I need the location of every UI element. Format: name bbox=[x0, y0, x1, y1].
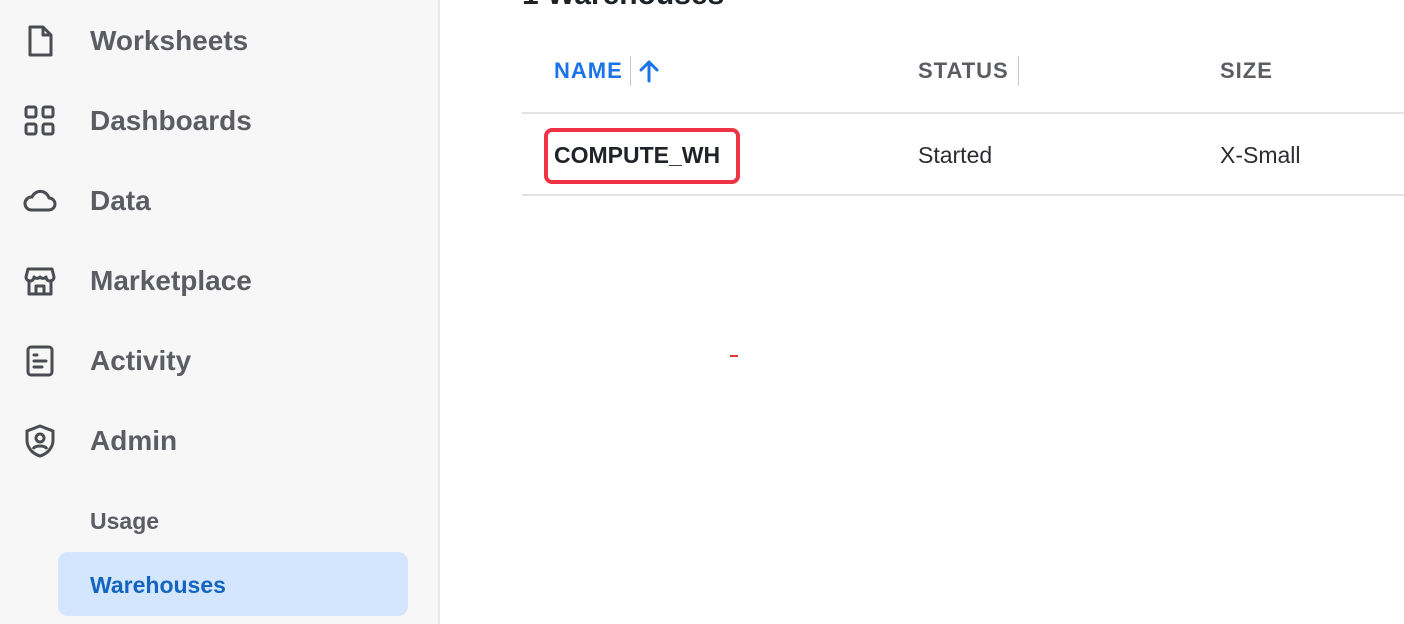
grid-icon bbox=[22, 101, 62, 141]
sidebar-item-dashboards[interactable]: Dashboards bbox=[22, 99, 252, 143]
list-document-icon bbox=[22, 341, 62, 381]
table-row[interactable]: COMPUTE_WH Started X-Small bbox=[522, 114, 1404, 196]
sidebar-item-label: Activity bbox=[90, 345, 192, 376]
sidebar-subitem-usage[interactable]: Usage bbox=[90, 508, 159, 535]
column-header-size[interactable]: SIZE bbox=[1220, 58, 1273, 84]
sidebar-item-admin[interactable]: Admin bbox=[22, 419, 177, 463]
sidebar-item-label: Marketplace bbox=[90, 265, 252, 296]
column-header-label: NAME bbox=[554, 58, 623, 83]
column-header-name[interactable]: NAME bbox=[554, 58, 661, 84]
sidebar-item-data[interactable]: Data bbox=[22, 179, 151, 223]
sidebar: Worksheets Dashboards Data Marketplace A… bbox=[0, 0, 440, 624]
column-header-label: STATUS bbox=[918, 58, 1009, 83]
main-content: 1 Warehouses NAME STATUS SIZE COMPUTE_WH… bbox=[442, 0, 1404, 624]
table-header: NAME STATUS SIZE bbox=[522, 38, 1404, 114]
sidebar-item-marketplace[interactable]: Marketplace bbox=[22, 259, 252, 303]
warehouse-status: Started bbox=[918, 142, 993, 168]
sidebar-item-activity[interactable]: Activity bbox=[22, 339, 191, 383]
cloud-icon bbox=[22, 181, 62, 221]
sidebar-subitem-warehouses[interactable]: Warehouses bbox=[90, 572, 226, 599]
sidebar-item-worksheets[interactable]: Worksheets bbox=[22, 19, 248, 63]
warehouse-size: X-Small bbox=[1220, 142, 1301, 168]
sort-ascending-icon bbox=[639, 60, 659, 83]
column-header-label: SIZE bbox=[1220, 58, 1273, 83]
sidebar-item-label: Data bbox=[90, 185, 151, 216]
file-icon bbox=[22, 21, 62, 61]
column-divider[interactable] bbox=[1018, 56, 1019, 86]
sidebar-item-label: Worksheets bbox=[90, 25, 249, 56]
sidebar-item-label: Admin bbox=[90, 425, 178, 456]
warehouses-table: NAME STATUS SIZE COMPUTE_WH Started X-Sm… bbox=[522, 38, 1404, 196]
shield-user-icon bbox=[22, 421, 62, 461]
column-header-status[interactable]: STATUS bbox=[918, 58, 1009, 84]
store-icon bbox=[22, 261, 62, 301]
sidebar-item-label: Dashboards bbox=[90, 105, 252, 136]
column-divider[interactable] bbox=[630, 56, 631, 86]
warehouse-name-link[interactable]: COMPUTE_WH bbox=[554, 142, 720, 169]
cursor-mark bbox=[730, 355, 738, 357]
page-title: 1 Warehouses bbox=[522, 0, 724, 12]
